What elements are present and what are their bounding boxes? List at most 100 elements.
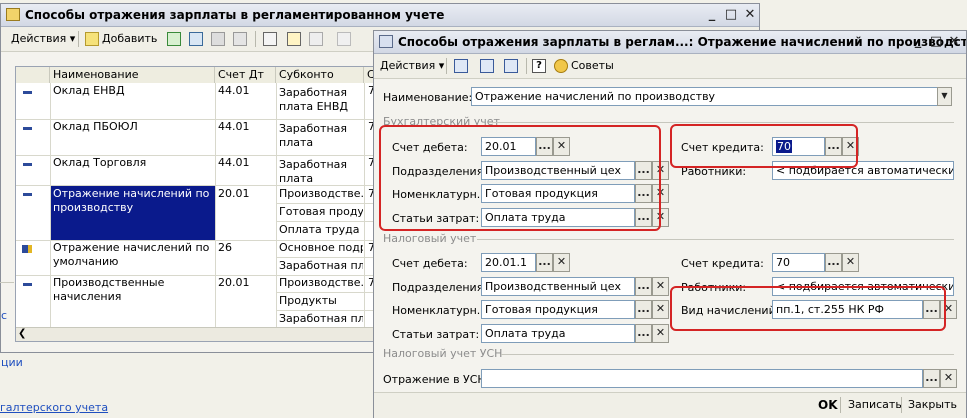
- row-marker-icon: [23, 163, 32, 166]
- tax-division-select-button[interactable]: ...: [635, 277, 652, 296]
- tax-credit-select-button[interactable]: ...: [825, 253, 842, 272]
- ok-button[interactable]: OK: [818, 396, 838, 414]
- usn-section-label: Налоговый учет УСН: [383, 347, 503, 360]
- tax-cost-select-button[interactable]: ...: [635, 324, 652, 343]
- form-icon: [379, 35, 393, 48]
- tax-debit-select-button[interactable]: ...: [536, 253, 553, 272]
- row-subconto[interactable]: Заработная плата: [279, 122, 349, 150]
- tax-section-label: Налоговый учет: [383, 232, 477, 245]
- column-header-subconto[interactable]: Субконто: [276, 67, 364, 83]
- actions-menu[interactable]: Действия ▾: [11, 31, 75, 47]
- usn-select-button[interactable]: ...: [923, 369, 940, 388]
- close-window-button[interactable]: ✕: [945, 34, 963, 50]
- tax-credit-field[interactable]: 70: [772, 253, 825, 272]
- row-subconto[interactable]: Готовая проду...: [279, 205, 363, 219]
- row-name[interactable]: Оклад ЕНВД: [53, 84, 213, 98]
- main-titlebar: Способы отражения зарплаты в регламентир…: [1, 4, 759, 27]
- row-subconto[interactable]: Заработная плата ЕНВД: [279, 86, 363, 114]
- tax-debit-clear-button[interactable]: ✕: [553, 253, 570, 272]
- highlight-credit-account: [670, 124, 858, 168]
- prev-icon[interactable]: [454, 59, 468, 73]
- name-dropdown-button[interactable]: ▼: [937, 87, 952, 106]
- dialog-toolbar: Действия ▾ ? Советы: [374, 54, 966, 79]
- row-account[interactable]: 44.01: [218, 84, 274, 98]
- side-text-a[interactable]: с: [1, 309, 7, 322]
- refresh-icon[interactable]: [480, 59, 494, 73]
- actions-label: Действия: [380, 59, 436, 72]
- row-account[interactable]: 20.01: [218, 276, 274, 290]
- filter-list-icon[interactable]: [309, 32, 323, 46]
- tax-debit-field[interactable]: 20.01.1: [481, 253, 536, 272]
- row-name[interactable]: Производственные начисления: [53, 276, 213, 304]
- advice-button[interactable]: Советы: [571, 58, 614, 74]
- sort-icon[interactable]: [263, 32, 277, 46]
- row-subconto[interactable]: Заработная плата: [279, 158, 349, 186]
- row-subconto[interactable]: Основное подр...: [279, 241, 363, 255]
- advice-icon: [554, 59, 568, 73]
- row-name[interactable]: Оклад ПБОЮЛ: [53, 120, 213, 134]
- usn-reflection-field[interactable]: [481, 369, 923, 388]
- scroll-left-arrow[interactable]: ❮: [18, 328, 26, 339]
- command-bar: OK Записать Закрыть: [374, 392, 966, 418]
- row-subconto[interactable]: Заработная пл...: [279, 259, 363, 273]
- row-subconto[interactable]: Заработная пл...: [279, 312, 363, 326]
- row-marker-icon: [23, 127, 32, 130]
- save-button[interactable]: Записать: [848, 396, 902, 414]
- row-subconto[interactable]: Оплата труда: [279, 223, 363, 237]
- tax-division-field[interactable]: Производственный цех: [481, 277, 635, 296]
- actions-menu[interactable]: Действия ▾: [380, 58, 444, 74]
- column-header-name[interactable]: Наименование: [50, 67, 215, 83]
- close-button[interactable]: Закрыть: [908, 396, 957, 414]
- tax-nomenclature-field[interactable]: Готовая продукция: [481, 300, 635, 319]
- name-label: Наименование:: [383, 91, 473, 104]
- row-account[interactable]: 26: [218, 241, 274, 255]
- tax-nomenclature-clear-button[interactable]: ✕: [652, 300, 669, 319]
- tax-credit-clear-button[interactable]: ✕: [842, 253, 859, 272]
- row-name-selected[interactable]: Отражение начислений по производству: [53, 187, 213, 215]
- minimize-button[interactable]: _: [703, 7, 721, 23]
- add-button[interactable]: Добавить: [102, 31, 157, 47]
- tax-cost-clear-button[interactable]: ✕: [652, 324, 669, 343]
- tax-nomenclature-select-button[interactable]: ...: [635, 300, 652, 319]
- column-header-account[interactable]: Счет Дт: [215, 67, 276, 83]
- add-icon: [85, 32, 99, 46]
- row-account[interactable]: 20.01: [218, 187, 274, 201]
- row-subconto[interactable]: Производстве...: [279, 276, 363, 290]
- filter-icon[interactable]: [287, 32, 301, 46]
- maximize-button[interactable]: □: [722, 7, 740, 23]
- help-icon[interactable]: ?: [532, 59, 546, 73]
- tax-division-label: Подразделения:: [392, 281, 488, 294]
- main-title: Способы отражения зарплаты в регламентир…: [25, 8, 445, 22]
- maximize-button[interactable]: □: [927, 34, 945, 50]
- main-grid: Наименование Счет Дт Субконто С Оклад ЕН…: [15, 66, 377, 342]
- copy-icon[interactable]: [167, 32, 181, 46]
- tax-cost-field[interactable]: Оплата труда: [481, 324, 635, 343]
- minimize-button[interactable]: _: [909, 34, 927, 50]
- filter-off-icon[interactable]: [337, 32, 351, 46]
- column-header[interactable]: [16, 67, 50, 83]
- highlight-accrual-type: [670, 286, 946, 331]
- mark-icon[interactable]: [233, 32, 247, 46]
- edit-icon[interactable]: [189, 32, 203, 46]
- row-account[interactable]: 44.01: [218, 156, 274, 170]
- usn-clear-button[interactable]: ✕: [940, 369, 957, 388]
- accounting-link[interactable]: галтерского учета: [0, 401, 108, 414]
- usn-reflection-label: Отражение в УСН:: [383, 373, 490, 386]
- row-account[interactable]: 44.01: [218, 120, 274, 134]
- delete-icon[interactable]: [211, 32, 225, 46]
- side-text-b[interactable]: ции: [1, 356, 23, 369]
- app-icon: [6, 8, 20, 21]
- row-name[interactable]: Оклад Торговля: [53, 156, 213, 170]
- horizontal-scrollbar[interactable]: ❮: [16, 327, 376, 341]
- row-marker-icon: [23, 193, 32, 196]
- dialog-title: Способы отражения зарплаты в реглам...: …: [398, 35, 966, 49]
- row-marker-icon: [23, 91, 32, 94]
- goto-icon[interactable]: [504, 59, 518, 73]
- name-field[interactable]: Отражение начислений по производству: [471, 87, 952, 106]
- row-subconto[interactable]: Продукты: [279, 294, 363, 308]
- tax-division-clear-button[interactable]: ✕: [652, 277, 669, 296]
- tax-credit-label: Счет кредита:: [681, 257, 764, 270]
- row-subconto[interactable]: Производстве...: [279, 187, 363, 201]
- row-name[interactable]: Отражение начислений по умолчанию: [53, 241, 213, 269]
- close-window-button[interactable]: ✕: [741, 7, 759, 23]
